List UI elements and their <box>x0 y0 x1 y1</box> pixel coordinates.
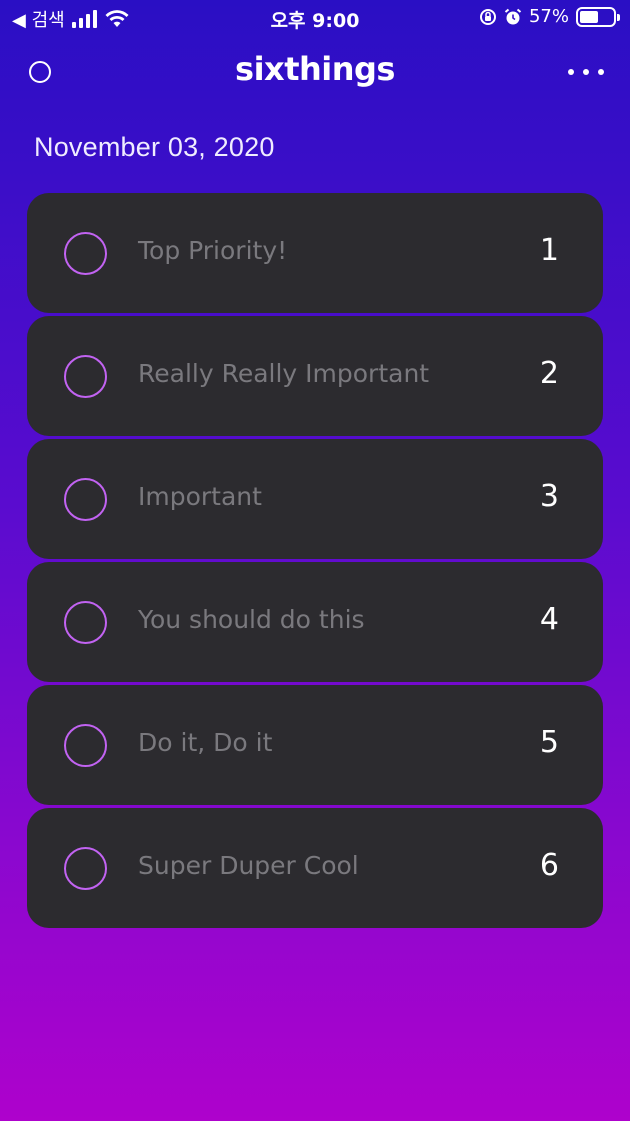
task-item[interactable]: Really Really Important 2 <box>27 316 603 436</box>
task-label: You should do this <box>138 605 365 634</box>
dot <box>568 69 574 75</box>
date-heading: November 03, 2020 <box>34 132 275 162</box>
checkbox-circle-icon[interactable] <box>64 601 107 644</box>
checkbox-circle-icon[interactable] <box>64 478 107 521</box>
task-number: 5 <box>539 725 559 760</box>
checkbox-circle-icon[interactable] <box>64 847 107 890</box>
task-item[interactable]: Important 3 <box>27 439 603 559</box>
status-right: 57% <box>479 6 620 27</box>
task-label: Super Duper Cool <box>138 851 359 880</box>
task-number: 3 <box>539 479 559 514</box>
task-label: Top Priority! <box>138 236 288 265</box>
task-item[interactable]: Super Duper Cool 6 <box>27 808 603 928</box>
alarm-icon <box>504 8 522 24</box>
task-number: 1 <box>539 233 559 268</box>
task-number: 2 <box>539 356 559 391</box>
task-list: Top Priority! 1 Really Really Important … <box>27 193 603 931</box>
nav-bar: sixthings <box>0 46 630 96</box>
orientation-lock-icon <box>479 8 496 25</box>
task-label: Really Really Important <box>138 359 430 388</box>
battery-fill <box>580 10 599 23</box>
status-bar: ◀ 검색 오후 9:00 57% <box>0 0 630 34</box>
task-item[interactable]: Do it, Do it 5 <box>27 685 603 805</box>
app-title: sixthings <box>235 50 395 88</box>
task-item[interactable]: Top Priority! 1 <box>27 193 603 313</box>
dot <box>598 69 604 75</box>
task-number: 4 <box>539 602 559 637</box>
task-number: 6 <box>539 848 559 883</box>
battery-percent: 57% <box>528 6 569 27</box>
dot <box>583 69 589 75</box>
checkbox-circle-icon[interactable] <box>64 724 107 767</box>
task-item[interactable]: You should do this 4 <box>27 562 603 682</box>
checkbox-circle-icon[interactable] <box>64 232 107 275</box>
battery-icon <box>576 6 620 27</box>
checkbox-circle-icon[interactable] <box>64 355 107 398</box>
task-label: Do it, Do it <box>138 728 273 757</box>
task-label: Important <box>138 482 262 511</box>
more-options-icon[interactable] <box>568 58 604 86</box>
